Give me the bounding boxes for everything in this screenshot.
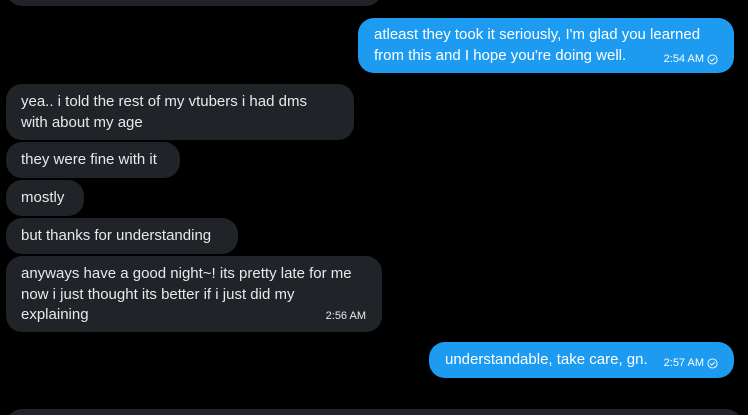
- outgoing-message[interactable]: understandable, take care, gn. 2:57 AM: [429, 342, 734, 378]
- outgoing-message[interactable]: atleast they took it seriously, I'm glad…: [358, 18, 734, 73]
- check-circle-icon: [707, 53, 718, 65]
- dm-conversation: atleast they took it seriously, I'm glad…: [0, 0, 748, 415]
- check-circle-icon: [707, 357, 718, 369]
- message-text: but thanks for understanding: [21, 227, 212, 244]
- message-text: mostly: [21, 189, 65, 206]
- incoming-message[interactable]: anyways have a good night~! its pretty l…: [6, 256, 382, 332]
- message-text: yea.. i told the rest of my vtubers i ha…: [21, 93, 307, 131]
- message-text: understandable, take care, gn.: [445, 351, 648, 368]
- message-text: they were fine with it: [21, 151, 157, 168]
- message-timestamp: 2:57 AM: [663, 357, 704, 369]
- message-text: anyways have a good night~! its pretty l…: [21, 265, 352, 323]
- message-timestamp: 2:56 AM: [325, 310, 366, 322]
- message-timestamp: 2:54 AM: [663, 53, 704, 65]
- incoming-message[interactable]: mostly: [6, 180, 84, 216]
- cropped-message-bubble: [6, 0, 382, 6]
- incoming-message[interactable]: yea.. i told the rest of my vtubers i ha…: [6, 84, 354, 140]
- incoming-message[interactable]: they were fine with it: [6, 142, 180, 178]
- message-meta: 2:54 AM: [664, 53, 718, 65]
- incoming-message[interactable]: but thanks for understanding: [6, 218, 238, 254]
- message-composer-edge[interactable]: [6, 409, 742, 415]
- message-meta: 2:57 AM: [664, 357, 718, 369]
- message-text: atleast they took it seriously, I'm glad…: [374, 26, 701, 64]
- message-meta: 2:56 AM: [326, 310, 366, 322]
